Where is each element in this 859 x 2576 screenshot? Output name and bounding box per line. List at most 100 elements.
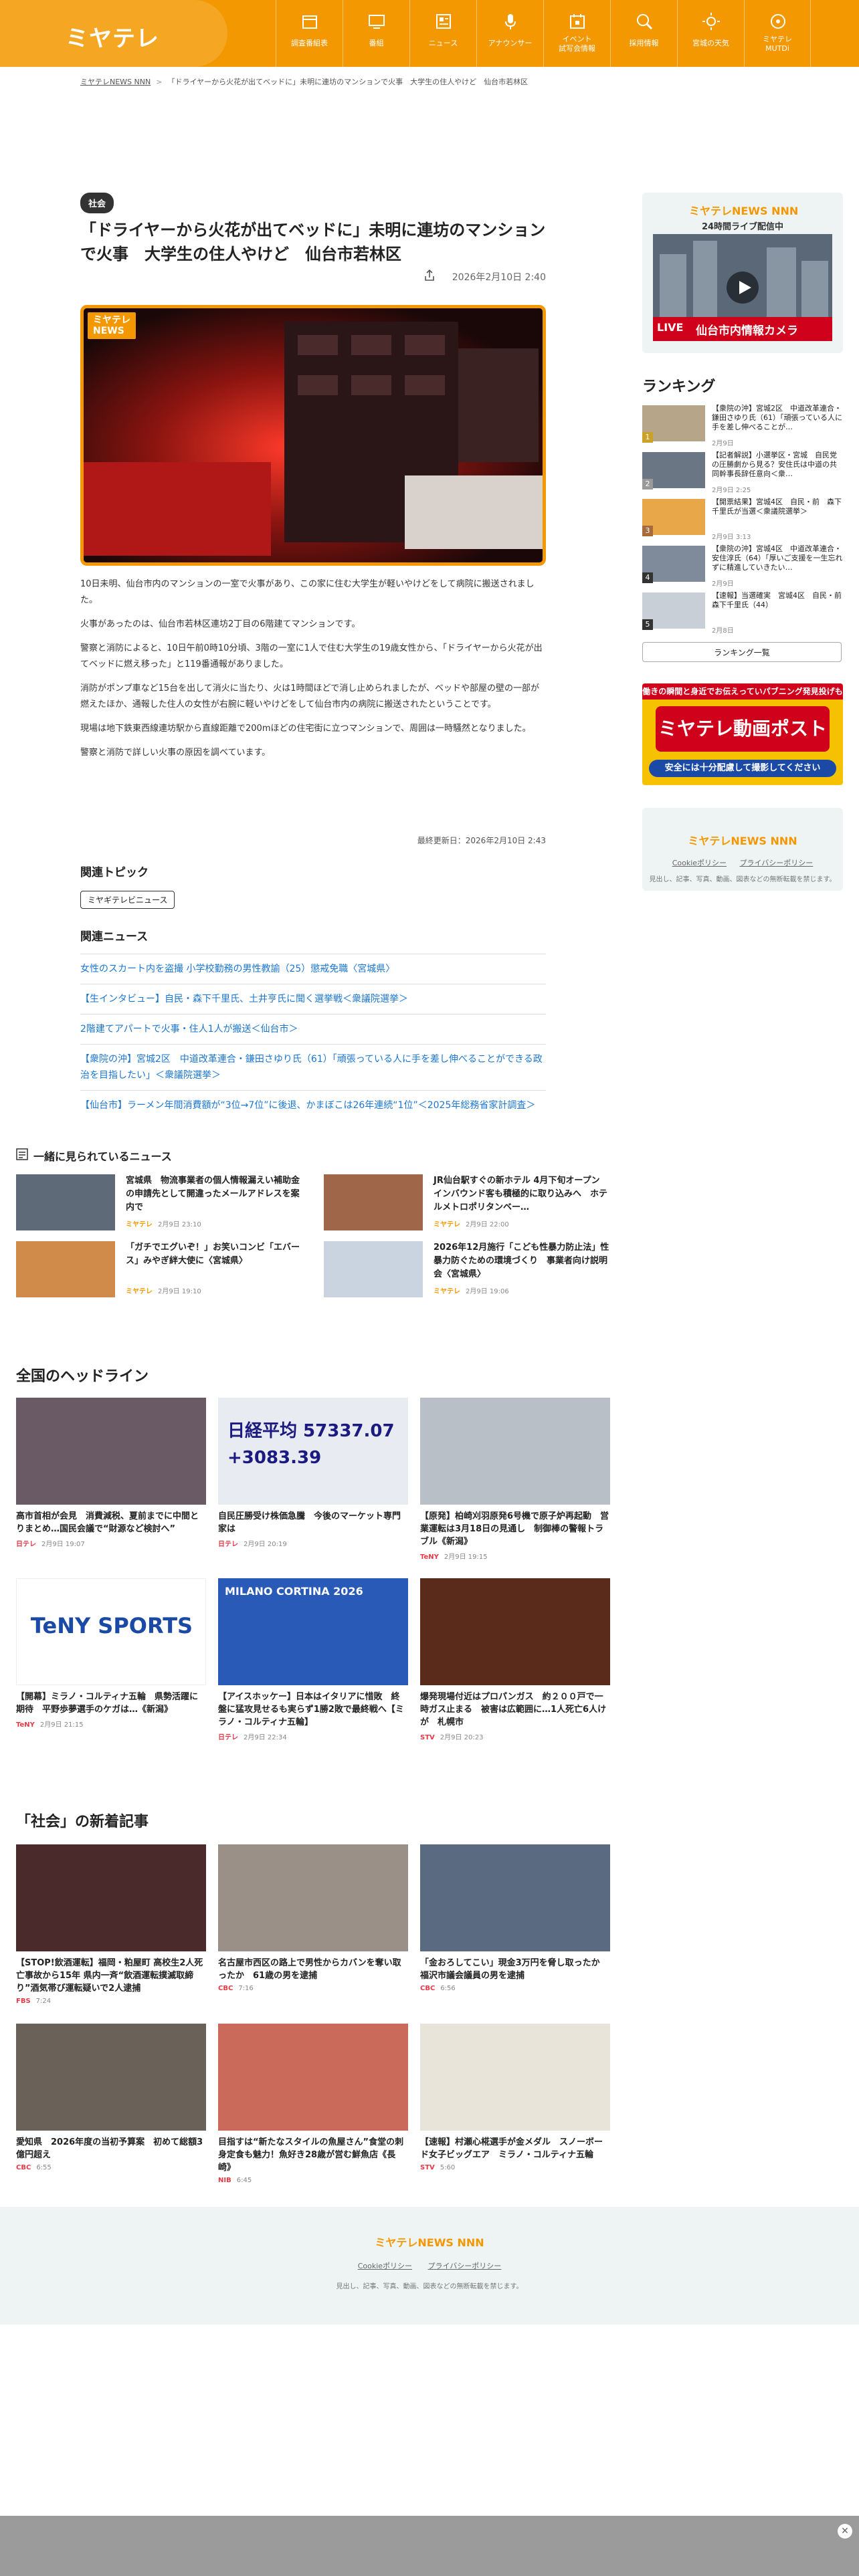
national-title: 【原発】柏崎刈羽原発6号機で原子炉再起動 営業運転は3月18日の見通し 制御棒の…: [420, 1511, 609, 1547]
national-source: 日テレ 2月9日 20:19: [218, 1538, 408, 1548]
ranking-date: 2月8日: [712, 627, 734, 635]
together-item[interactable]: JR仙台駅すぐの新ホテル 4月下旬オープン インバウンド客も積極的に取り込みへ …: [324, 1174, 615, 1230]
ranking-item[interactable]: 2 【記者解説】小選挙区・宮城 自民党の圧勝劇から見る？安住氏は中道の共同幹事長…: [642, 448, 843, 495]
source-logo: ミヤテレ: [434, 1288, 460, 1295]
social-item[interactable]: 【STOP!飲酒運転】福岡・粕屋町 高校生2人死亡事故から15年 県内一斉“飲酒…: [16, 1844, 206, 2005]
national-thumbnail: [420, 1398, 610, 1505]
together-item[interactable]: 2026年12月施行「こども性暴力防止法」性暴力防ぐための環境づくり 事業者向け…: [324, 1241, 615, 1297]
nav-recruit[interactable]: 採用情報: [610, 0, 677, 67]
sports-logo-text: TeNY SPORTS: [30, 1613, 193, 1638]
social-title: 【STOP!飲酒運転】福岡・粕屋町 高校生2人死亡事故から15年 県内一斉“飲酒…: [16, 1958, 203, 1994]
source-logo: 日テレ: [218, 1541, 238, 1548]
banner-top-text: 働きの瞬間と身近でお伝えっていパブニング発見投げも: [642, 683, 843, 700]
rank-number: 5: [642, 619, 653, 630]
together-source: ミヤテレ 2月9日 23:10: [126, 1218, 201, 1228]
together-item[interactable]: 「ガチでエグいぞ！」お笑いコンビ「エバース」みやぎ絆大使に〈宮城県〉 ミヤテレ 2…: [16, 1241, 308, 1297]
olympics-logo-text: MILANO CORTINA 2026: [225, 1585, 363, 1598]
together-thumbnail: [324, 1241, 423, 1297]
together-source: ミヤテレ 2月9日 22:00: [434, 1218, 509, 1228]
social-title: 目指すは“新たなスタイルの魚屋さん”食堂の刺身定食も魅力！魚好き28歳が営む鮮魚…: [218, 2137, 404, 2173]
national-item[interactable]: MILANO CORTINA 2026 【アイスホッケー】日本はイタリアに惜敗 …: [218, 1578, 408, 1741]
ranking-item[interactable]: 5 【速報】当選確実 宮城4区 自民・前 森下千里氏（44） 2月8日: [642, 588, 849, 635]
related-news-link[interactable]: 【衆院の沖】宮城2区 中道改革連合・鎌田さゆり氏（61）「頑張っている人に手を差…: [80, 1044, 546, 1090]
footer-privacy-link[interactable]: プライバシーポリシー: [428, 2262, 502, 2270]
nav-announcers[interactable]: アナウンサー: [476, 0, 543, 67]
related-news-link[interactable]: 女性のスカート内を盗撮 小学校勤務の男性教諭（25）懲戒免職〈宮城県〉: [80, 954, 546, 984]
nav-label: 宮城の天気: [692, 39, 729, 47]
footer-cookie-link[interactable]: Cookieポリシー: [358, 2262, 412, 2270]
together-date: 2月9日 19:10: [158, 1288, 201, 1295]
national-item[interactable]: 高市首相が会見 消費減税、夏前までに中間とりまとめ…国民会議で“財源など検討へ”…: [16, 1398, 206, 1548]
related-news-link[interactable]: 【仙台市】ラーメン年間消費額が“3位→7位”に後退、かまぼこは26年連続“1位”…: [80, 1090, 546, 1120]
video-post-banner[interactable]: 働きの瞬間と身近でお伝えっていパブニング発見投げも ミヤテレ動画ポスト 安全には…: [642, 683, 843, 785]
together-heading: 一緒に見られているニュース: [33, 1150, 172, 1163]
together-source: ミヤテレ 2月9日 19:06: [434, 1285, 509, 1295]
site-logo[interactable]: ミヤテレ: [66, 20, 159, 53]
social-item[interactable]: 目指すは“新たなスタイルの魚屋さん”食堂の刺身定食も魅力！魚好き28歳が営む鮮魚…: [218, 2024, 408, 2184]
together-title: 2026年12月施行「こども性暴力防止法」性暴力防ぐための環境づくり 事業者向け…: [434, 1243, 609, 1279]
nav-program-guide[interactable]: 調査番組表: [276, 0, 343, 67]
social-item[interactable]: 【速報】村瀬心椛選手が金メダル スノーボード女子ビッグエア ミラノ・コルティナ五…: [420, 2024, 610, 2171]
social-item[interactable]: 愛知県 2026年度の当初予算案 初めて総額3億円超え CBC 6:55: [16, 2024, 206, 2171]
national-item[interactable]: 【原発】柏崎刈羽原発6号機で原子炉再起動 営業運転は3月18日の見通し 制御棒の…: [420, 1398, 610, 1561]
nav-label: 調査番組表: [291, 39, 328, 47]
social-source: NIB 6:45: [218, 2177, 408, 2184]
nav-programs[interactable]: 番組: [343, 0, 409, 67]
national-title: 自民圧勝受け株価急騰 今後のマーケット専門家は: [218, 1511, 401, 1534]
live-stream-card[interactable]: ミヤテレNEWS NNN 24時間ライブ配信中 LIVE 仙台市内情報カメラ: [642, 193, 843, 353]
source-logo: 日テレ: [16, 1541, 36, 1548]
topic-tag[interactable]: ミヤギテレビニュース: [80, 891, 175, 909]
close-icon[interactable]: ✕: [838, 2524, 852, 2539]
last-updated: 最終更新日：2026年2月10日 2:43: [417, 836, 546, 845]
footer-links: Cookieポリシー プライバシーポリシー: [0, 2260, 859, 2271]
social-thumbnail: [16, 1844, 206, 1951]
ranking-item[interactable]: 4 【衆院の沖】宮城4区 中道改革連合・安住淳氏（64）「厚いご支援を一生忘れず…: [642, 542, 843, 588]
national-item[interactable]: 日経平均 57337.07 +3083.39 自民圧勝受け株価急騰 今後のマーケ…: [218, 1398, 408, 1548]
ranking-item[interactable]: 1 【衆院の沖】宮城2区 中道改革連合・鎌田さゆり氏（61）「頑張っている人に手…: [642, 401, 843, 448]
ranking-item[interactable]: 3 【開票結果】宮城4区 自民・前 森下千里氏が当選＜衆議院選挙＞ 2月9日 3…: [642, 495, 843, 542]
social-source: CBC 7:16: [218, 1985, 408, 1992]
together-title: JR仙台駅すぐの新ホテル 4月下旬オープン インバウンド客も積極的に取り込みへ …: [434, 1176, 609, 1212]
breadcrumb-home-link[interactable]: ミヤテレNEWS NNN: [80, 78, 151, 86]
nav-mutdi[interactable]: ミヤテレ MUTDi: [744, 0, 811, 67]
cookie-policy-link[interactable]: Cookieポリシー: [672, 859, 727, 867]
national-thumbnail: TeNY SPORTS: [16, 1578, 206, 1685]
source-logo: NIB: [218, 2177, 231, 2184]
together-date: 2月9日 19:06: [466, 1288, 509, 1295]
related-news-link[interactable]: 2階建てアパートで火事・住人1人が搬送＜仙台市＞: [80, 1014, 546, 1044]
national-thumbnail: MILANO CORTINA 2026: [218, 1578, 408, 1685]
nav-news[interactable]: ニュース: [409, 0, 476, 67]
national-item[interactable]: TeNY SPORTS 【開幕】ミラノ・コルティナ五輪 県勢活躍に期待 平野歩夢…: [16, 1578, 206, 1729]
social-item[interactable]: 名古屋市西区の路上で男性からカバンを奪い取ったか 61歳の男を逮捕 CBC 7:1…: [218, 1844, 408, 1992]
nav-weather[interactable]: 宮城の天気: [677, 0, 744, 67]
copyright-note: 見出し、記事、写真、動画、図表などの無断転載を禁じます。: [649, 876, 836, 883]
nav-events[interactable]: イベント 試写会情報: [543, 0, 610, 67]
live-thumbnail[interactable]: LIVE 仙台市内情報カメラ: [653, 234, 832, 341]
live-label: LIVE: [657, 321, 684, 334]
national-item[interactable]: 爆発現場付近はプロパンガス 約２００戸で一時ガス止まる 被害は広範囲に…1人死亡…: [420, 1578, 610, 1741]
ranking-list: 1 【衆院の沖】宮城2区 中道改革連合・鎌田さゆり氏（61）「頑張っている人に手…: [642, 401, 849, 635]
social-date: 5:60: [440, 2164, 456, 2171]
category-badge[interactable]: 社会: [80, 193, 114, 213]
banner-bottom-text: 安全には十分配慮して撮影してください: [649, 760, 836, 777]
source-logo: FBS: [16, 1998, 31, 2005]
ranking-more-button[interactable]: ランキング一覧: [642, 642, 842, 662]
article-date: 2026年2月10日 2:40: [452, 272, 546, 283]
national-source: TeNY 2月9日 21:15: [16, 1719, 206, 1729]
footer-logo[interactable]: ミヤテレNEWS NNN: [0, 2234, 859, 2250]
source-logo: CBC: [218, 1985, 233, 1992]
national-date: 2月9日 20:23: [440, 1734, 484, 1741]
social-item[interactable]: 「金おろしてこい」現金3万円を脅し取ったか 福沢市議会議員の男を逮捕 CBC 6:…: [420, 1844, 610, 1992]
related-news-link[interactable]: 【生インタビュー】自民・森下千里氏、土井亨氏に聞く選挙戦＜衆議院選挙＞: [80, 984, 546, 1014]
national-title: 爆発現場付近はプロパンガス 約２００戸で一時ガス止まる 被害は広範囲に…1人死亡…: [420, 1692, 607, 1727]
privacy-policy-link[interactable]: プライバシーポリシー: [740, 859, 814, 867]
live-strip: LIVE 仙台市内情報カメラ: [653, 317, 832, 341]
social-date: 6:55: [36, 2164, 52, 2171]
national-thumbnail: [16, 1398, 206, 1505]
together-title: 宮城県 物流事業者の個人情報漏えい補助金の申請先として開違ったメールアドレスを案…: [126, 1176, 300, 1212]
live-brand-logo: ミヤテレNEWS NNN: [689, 205, 799, 217]
ranking-title: 【衆院の沖】宮城2区 中道改革連合・鎌田さゆり氏（61）「頑張っている人に手を差…: [712, 404, 842, 431]
social-date: 6:45: [236, 2177, 252, 2184]
together-item[interactable]: 宮城県 物流事業者の個人情報漏えい補助金の申請先として開違ったメールアドレスを案…: [16, 1174, 308, 1230]
national-title: 高市首相が会見 消費減税、夏前までに中間とりまとめ…国民会議で“財源など検討へ”: [16, 1511, 199, 1534]
